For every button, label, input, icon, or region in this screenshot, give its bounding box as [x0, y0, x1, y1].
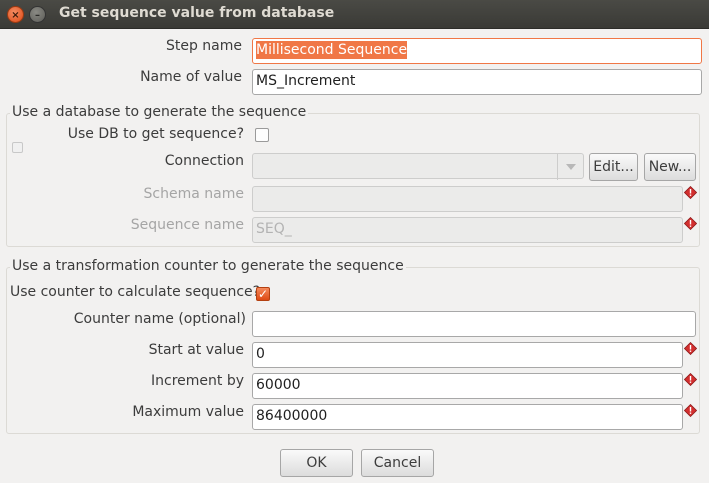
ok-button[interactable]: OK: [280, 449, 353, 477]
name-of-value-label: Name of value: [140, 69, 242, 85]
use-db-checkbox[interactable]: [255, 128, 269, 142]
new-connection-button[interactable]: New...: [644, 153, 696, 181]
edit-connection-button[interactable]: Edit...: [589, 153, 638, 181]
warning-diamond-icon: [684, 342, 697, 355]
maximum-value-label: Maximum value: [132, 404, 244, 420]
window-title: Get sequence value from database: [59, 5, 335, 21]
name-of-value-input[interactable]: MS_Increment: [252, 69, 702, 95]
use-counter-label: Use counter to calculate sequence?: [10, 284, 261, 300]
sequence-name-label: Sequence name: [130, 217, 244, 233]
sequence-name-input[interactable]: SEQ_: [252, 217, 683, 243]
counter-group-title: Use a transformation counter to generate…: [10, 258, 406, 274]
step-name-value: Millisecond Sequence: [256, 41, 408, 59]
warning-diamond-icon: [684, 217, 697, 230]
title-bar: × – Get sequence value from database: [0, 0, 709, 29]
db-group-toggle-checkbox[interactable]: [12, 142, 23, 153]
cancel-button[interactable]: Cancel: [361, 449, 434, 477]
use-db-label: Use DB to get sequence?: [67, 126, 244, 142]
counter-name-label: Counter name (optional): [73, 311, 246, 327]
increment-input[interactable]: 60000: [252, 373, 683, 399]
warning-diamond-icon: [684, 373, 697, 386]
step-name-label: Step name: [165, 38, 242, 54]
close-window-button[interactable]: ×: [7, 6, 24, 23]
use-counter-checkbox[interactable]: ✓: [256, 287, 270, 301]
connection-combo[interactable]: [252, 153, 584, 180]
db-group-title: Use a database to generate the sequence: [10, 104, 309, 120]
connection-label: Connection: [164, 153, 244, 169]
schema-name-input[interactable]: [252, 186, 683, 212]
maximum-value-input[interactable]: 86400000: [252, 404, 683, 430]
start-value-label: Start at value: [148, 342, 244, 358]
start-value-input[interactable]: 0: [252, 342, 683, 368]
minimize-window-button[interactable]: –: [29, 6, 46, 23]
counter-name-input[interactable]: [252, 311, 696, 337]
warning-diamond-icon: [684, 404, 697, 417]
increment-label: Increment by: [151, 373, 244, 389]
warning-diamond-icon: [684, 186, 697, 199]
schema-name-label: Schema name: [143, 186, 244, 202]
chevron-down-icon[interactable]: [557, 154, 583, 180]
step-name-input[interactable]: Millisecond Sequence: [252, 38, 702, 64]
